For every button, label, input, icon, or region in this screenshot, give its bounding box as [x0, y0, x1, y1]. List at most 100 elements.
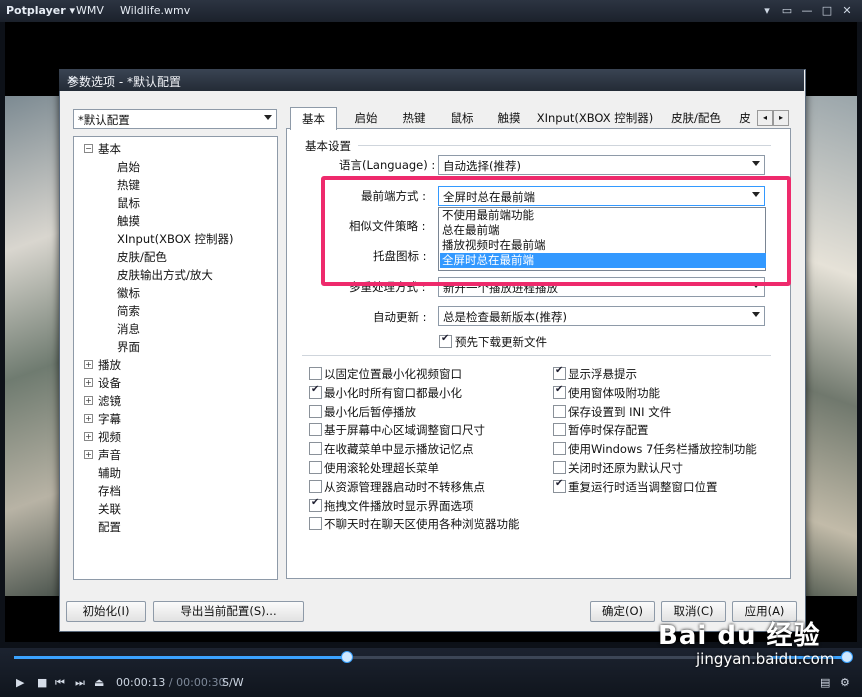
- tab[interactable]: 皮肤: [735, 109, 755, 128]
- tree-item[interactable]: 滤镜: [98, 393, 121, 409]
- option-label: 以固定位置最小化视频窗口: [324, 367, 462, 381]
- settings-tree[interactable]: − 基本启始热键鼠标触摸 XInput(XBOX 控制器) 皮肤/配色皮肤输出方式/放…: [73, 136, 278, 580]
- tree-item[interactable]: XInput(XBOX 控制器): [117, 231, 234, 247]
- tree-expander-icon[interactable]: +: [84, 396, 93, 405]
- option-label: 基于屏幕中心区域调整窗口尺寸: [324, 423, 485, 438]
- tree-item[interactable]: 存档: [98, 483, 121, 499]
- tree-item[interactable]: 辅助: [98, 465, 121, 481]
- option-label: 不聊天时在聊天区使用各种浏览器功能: [324, 517, 520, 532]
- video-frame-left: [5, 96, 60, 596]
- minimize-icon[interactable]: —: [800, 4, 814, 18]
- option-checkbox[interactable]: [553, 423, 566, 437]
- tree-item[interactable]: 播放: [98, 357, 121, 373]
- settings-gear-icon[interactable]: ⚙: [840, 676, 850, 689]
- dropdown-icon[interactable]: ▾: [760, 4, 774, 18]
- restore-icon[interactable]: ▭: [780, 4, 794, 18]
- export-config-button[interactable]: 导出当前配置(S)...: [153, 601, 304, 622]
- tab[interactable]: 触摸: [490, 109, 528, 128]
- language-label: 语言(Language) :: [339, 158, 436, 172]
- option-label: 暂停时保存配置: [568, 423, 649, 438]
- tree-item[interactable]: 设备: [98, 375, 121, 391]
- chevron-down-icon: [264, 115, 272, 120]
- chevron-down-icon: [752, 312, 760, 317]
- option-checkbox[interactable]: [309, 479, 322, 493]
- file-name: Wildlife.wmv: [120, 4, 191, 17]
- profile-select[interactable]: *默认配置: [73, 109, 277, 129]
- tab-scroll-right-icon[interactable]: ▸: [773, 110, 789, 126]
- ok-button[interactable]: 确定(O): [590, 601, 655, 622]
- option-label: 在收藏菜单中显示播放记忆点: [324, 442, 474, 457]
- tree-item[interactable]: 徽标: [117, 285, 140, 301]
- seek-handle[interactable]: [341, 651, 353, 663]
- option-checkbox[interactable]: [309, 384, 322, 399]
- volume-handle[interactable]: [841, 651, 853, 663]
- option-label: 从资源管理器启动时不转移焦点: [324, 479, 485, 494]
- tree-expander-icon[interactable]: +: [84, 450, 93, 459]
- tree-item[interactable]: 皮肤输出方式/放大: [117, 267, 213, 283]
- option-checkbox[interactable]: [553, 461, 566, 474]
- option-checkbox[interactable]: [309, 517, 322, 531]
- close-icon[interactable]: ✕: [840, 4, 854, 18]
- tree-expander-icon[interactable]: +: [84, 360, 93, 369]
- tree-expander-icon[interactable]: +: [84, 414, 93, 423]
- option-checkbox[interactable]: [309, 404, 322, 418]
- tree-item[interactable]: 鼠标: [117, 195, 140, 211]
- option-label: 使用Windows 7任务栏播放控制功能: [568, 442, 757, 457]
- tree-item[interactable]: 关联: [98, 501, 121, 517]
- tree-item[interactable]: 字幕: [98, 411, 121, 427]
- tab[interactable]: 启始: [345, 109, 387, 128]
- option-checkbox[interactable]: [553, 365, 566, 380]
- tree-item[interactable]: 启始: [117, 159, 140, 175]
- option-label: 最小化后暂停播放: [324, 404, 416, 419]
- stop-icon[interactable]: ■: [37, 676, 47, 689]
- option-checkbox[interactable]: [309, 423, 322, 437]
- tab[interactable]: 热键: [394, 109, 434, 128]
- player-title-bar: Potplayer ▾ WMV Wildlife.wmv ▾ ▭ — □ ✕: [0, 0, 862, 22]
- previous-icon[interactable]: ⏮: [55, 676, 65, 690]
- option-checkbox[interactable]: [553, 404, 566, 418]
- tree-item[interactable]: 视频: [98, 429, 121, 445]
- option-checkbox[interactable]: [553, 384, 566, 399]
- tree-expander-icon[interactable]: +: [84, 378, 93, 387]
- tree-expander-icon[interactable]: −: [84, 144, 93, 153]
- tab-scroll-left-icon[interactable]: ◂: [757, 110, 773, 126]
- option-checkbox[interactable]: [309, 461, 322, 474]
- tab[interactable]: 鼠标: [442, 109, 482, 128]
- tree-item[interactable]: 皮肤/配色: [117, 249, 167, 265]
- tree-item[interactable]: 界面: [117, 339, 140, 355]
- option-label: 保存设置到 INI 文件: [568, 404, 672, 419]
- tree-item[interactable]: 消息: [117, 321, 140, 337]
- tree-expander-icon[interactable]: +: [84, 432, 93, 441]
- play-icon[interactable]: ▶: [16, 676, 24, 689]
- dialog-close-icon[interactable]: ✕: [67, 73, 798, 87]
- init-button[interactable]: 初始化(I): [66, 601, 146, 622]
- time-current: 00:00:13: [116, 676, 166, 689]
- video-frame-right: [805, 96, 857, 596]
- option-checkbox[interactable]: [309, 497, 322, 512]
- eject-icon[interactable]: ⏏: [94, 676, 104, 689]
- mode-label[interactable]: S/W: [222, 676, 244, 689]
- tree-item[interactable]: 热键: [117, 177, 140, 193]
- tree-item[interactable]: 声音: [98, 447, 121, 463]
- tree-item[interactable]: 触摸: [117, 213, 140, 229]
- wmv-menu[interactable]: WMV: [76, 4, 104, 17]
- tab[interactable]: XInput(XBOX 控制器): [535, 109, 655, 128]
- option-checkbox[interactable]: [309, 367, 322, 380]
- option-checkbox[interactable]: [553, 478, 566, 493]
- tab[interactable]: 皮肤/配色: [664, 109, 728, 128]
- predownload-checkbox[interactable]: [439, 333, 452, 348]
- language-select[interactable]: 自动选择(推荐): [438, 155, 765, 175]
- highlight-box: [321, 176, 791, 286]
- auto-update-select[interactable]: 总是检查最新版本(推荐): [438, 306, 765, 326]
- tree-item[interactable]: 简索: [117, 303, 140, 319]
- next-icon[interactable]: ⏭: [75, 676, 85, 690]
- tree-item[interactable]: 配置: [98, 519, 121, 535]
- tree-item[interactable]: 基本: [98, 141, 121, 157]
- option-checkbox[interactable]: [553, 442, 566, 456]
- watermark-url: jingyan.baidu.com: [696, 650, 835, 668]
- tab[interactable]: 基本: [290, 107, 337, 130]
- maximize-icon[interactable]: □: [820, 4, 834, 18]
- potplayer-menu[interactable]: Potplayer ▾: [6, 4, 75, 17]
- option-checkbox[interactable]: [309, 442, 322, 456]
- playlist-icon[interactable]: ▤: [820, 676, 830, 689]
